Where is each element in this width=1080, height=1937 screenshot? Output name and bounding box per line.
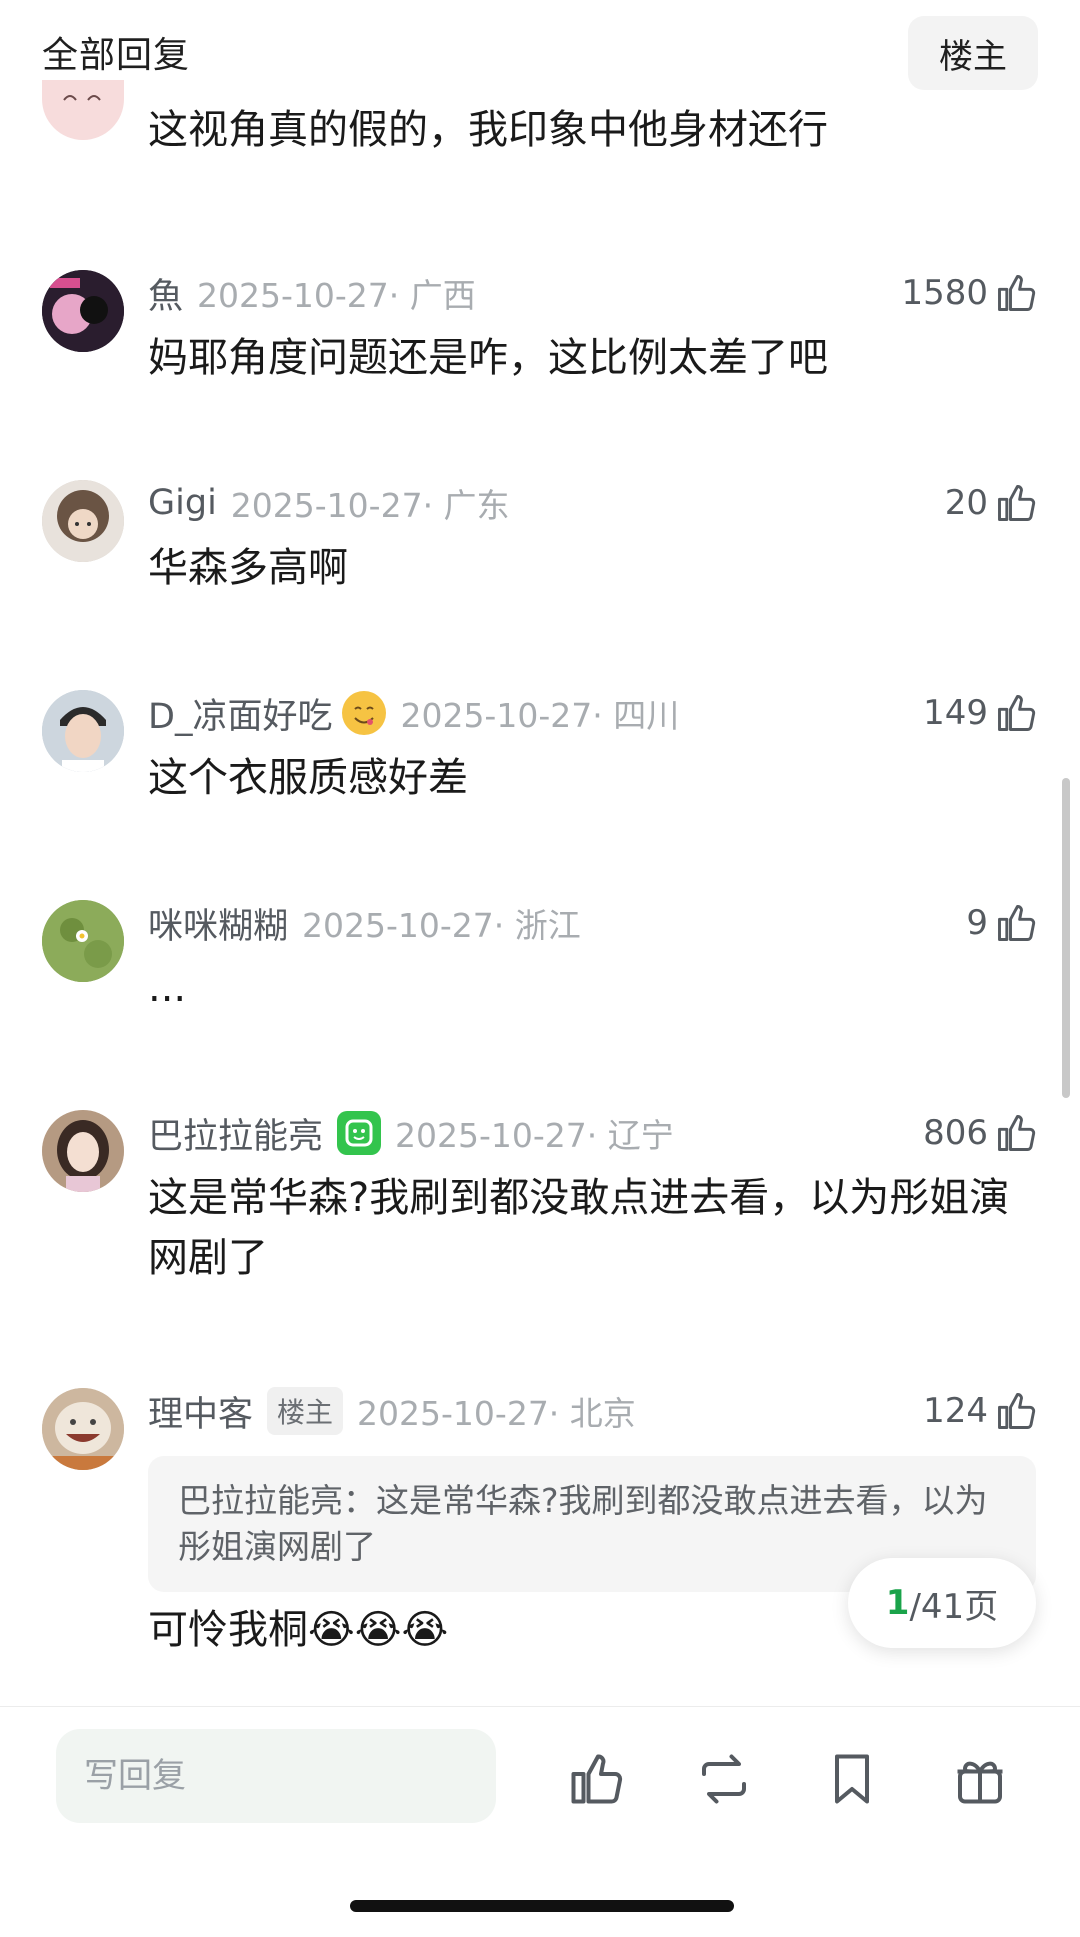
gift-icon[interactable] [950,1749,1010,1809]
yum-emoji-icon [342,691,387,735]
thumbs-up-icon [998,275,1036,311]
timestamp-location: 2025-10-27· 广东 [230,486,510,525]
home-indicator[interactable] [350,1900,734,1912]
timestamp-location: 2025-10-27· 广西 [197,276,476,315]
comment-text: 这个衣服质感好差 [148,755,468,801]
thumbs-up-icon [998,485,1036,521]
list-item: 魚 2025-10-27· 广西 1580 妈耶角度问题还是咋，这比例太差了吧 [0,268,1080,408]
timestamp-location: 2025-10-27· 浙江 [302,906,581,945]
page-title: 全部回复 [42,35,191,76]
username[interactable]: 巴拉拉能亮 [148,1108,323,1159]
like-count: 1580 [901,273,988,313]
comment-text: ... [148,965,187,1011]
avatar[interactable] [42,690,124,772]
list-item: D_凉面好吃 2025-10-27· 四川 149 这个衣服质感好差 [0,688,1080,828]
avatar[interactable] [42,1388,124,1470]
like-count: 20 [944,483,988,523]
reply-input[interactable] [56,1729,496,1823]
comment-text: 这视角真的假的，我印象中他身材还行 [148,107,828,153]
current-page: 1 [885,1583,910,1623]
timestamp-location: 2025-10-27· 四川 [400,696,680,735]
avatar[interactable] [42,480,124,562]
like-count: 149 [923,693,988,733]
like-count: 9 [966,903,988,943]
thumbs-up-icon [998,695,1036,731]
username[interactable]: 理中客 [148,1386,253,1437]
comment-header: Gigi 2025-10-27· 广东 [148,478,510,528]
like-count: 124 [923,1391,988,1431]
like-button[interactable]: 9 [966,898,1038,948]
comment-header: 咪咪糊糊 2025-10-27· 浙江 [148,898,581,948]
thumbs-up-icon [998,1393,1036,1429]
like-button[interactable]: 124 [923,1386,1038,1436]
like-count: 806 [923,1113,988,1153]
avatar[interactable] [42,900,124,982]
comment-header: D_凉面好吃 2025-10-27· 四川 [148,688,679,738]
like-button[interactable]: 806 [923,1108,1038,1158]
repost-icon[interactable] [694,1749,754,1809]
scrollbar[interactable] [1062,778,1070,1098]
username[interactable]: Gigi [148,483,217,523]
like-button[interactable]: 20 [945,478,1038,528]
comment-text: 华森多高啊 [148,545,348,591]
avatar[interactable] [42,1110,124,1192]
total-pages: /41页 [909,1586,999,1627]
op-only-filter-button[interactable]: 楼主 [908,16,1038,90]
list-item: Gigi 2025-10-27· 广东 20 华森多高啊 [0,478,1080,618]
bookmark-icon[interactable] [822,1749,882,1809]
comment-text: 妈耶角度问题还是咋，这比例太差了吧 [148,335,828,381]
username[interactable]: 魚 [148,268,183,319]
avatar[interactable] [42,80,124,140]
op-badge: 楼主 [267,1387,344,1435]
comment-header: 巴拉拉能亮 2025-10-27· 辽宁 [148,1108,674,1158]
like-button[interactable]: 1580 [901,268,1038,318]
list-item: 咪咪糊糊 2025-10-27· 浙江 9 ... [0,898,1080,1038]
comment-header: 理中客 楼主 2025-10-27· 北京 [148,1386,636,1436]
username[interactable]: 咪咪糊糊 [148,898,288,949]
like-button[interactable]: 149 [923,688,1038,738]
timestamp-location: 2025-10-27· 北京 [357,1394,636,1433]
username[interactable]: D_凉面好吃 [148,688,332,739]
comment-header: 魚 2025-10-27· 广西 [148,268,476,318]
page-indicator[interactable]: 1 /41页 [848,1558,1036,1648]
thumbs-up-icon [998,905,1036,941]
list-item: 这视角真的假的，我印象中他身材还行 [0,80,1080,200]
list-item: 巴拉拉能亮 2025-10-27· 辽宁 806 这是常华森?我刷到都没敢点进去… [0,1108,1080,1318]
timestamp-location: 2025-10-27· 辽宁 [395,1116,674,1155]
comment-text: 这是常华森?我刷到都没敢点进去看，以为彤姐演网剧了 [148,1175,1010,1281]
thumbs-up-icon [998,1115,1036,1151]
vip-badge-icon [337,1111,382,1155]
avatar[interactable] [42,270,124,352]
like-icon[interactable] [566,1749,626,1809]
